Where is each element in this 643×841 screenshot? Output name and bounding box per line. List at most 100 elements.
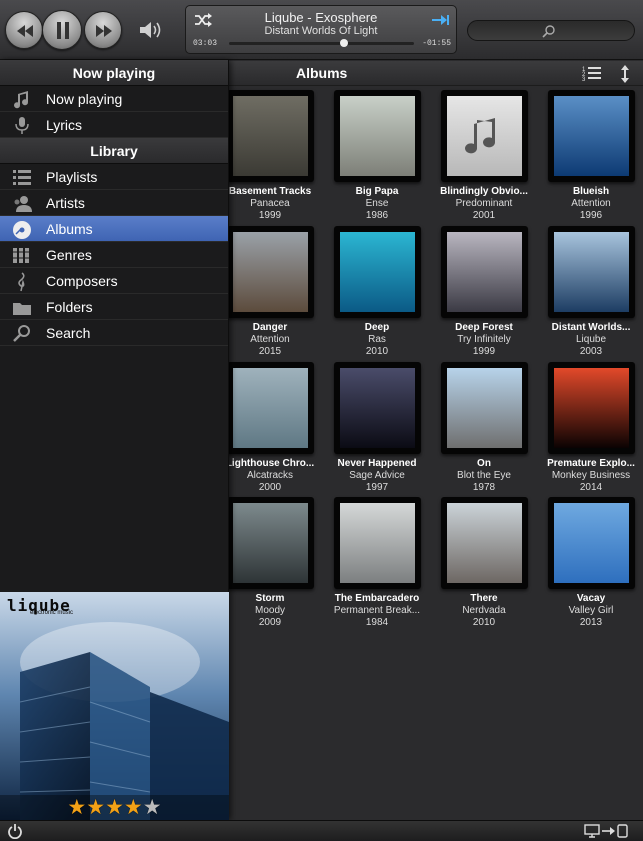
- album-tile[interactable]: Storm Moody 2009: [220, 497, 320, 628]
- album-title: Blueish: [572, 186, 610, 197]
- album-tile[interactable]: Deep Ras 2010: [327, 226, 427, 357]
- sidebar-item-albums[interactable]: Albums: [0, 216, 228, 242]
- magnifier-icon: [13, 325, 30, 342]
- album-year: 1978: [472, 482, 496, 493]
- album-tile[interactable]: Never Happened Sage Advice 1997: [327, 362, 427, 493]
- search-input[interactable]: [467, 20, 635, 41]
- album-tile[interactable]: There Nerdvada 2010: [434, 497, 534, 628]
- album-cover[interactable]: [440, 362, 528, 454]
- sidebar-item-search[interactable]: Search: [0, 320, 228, 346]
- album-cover[interactable]: [226, 226, 314, 318]
- svg-text:3: 3: [582, 77, 586, 82]
- sidebar-item-playlists[interactable]: Playlists: [0, 164, 228, 190]
- disc-icon: [13, 221, 31, 239]
- album-cover[interactable]: [440, 90, 528, 182]
- sidebar-item-genres[interactable]: Genres: [0, 242, 228, 268]
- album-cover[interactable]: [333, 90, 421, 182]
- album-title: Blindingly Obvio...: [440, 186, 528, 197]
- album-tile[interactable]: On Blot the Eye 1978: [434, 362, 534, 493]
- album-title: Vacay: [576, 593, 606, 604]
- sidebar: Now playing Now playing Lyrics Library Pl…: [0, 60, 229, 820]
- pause-button[interactable]: [42, 10, 82, 50]
- album-art: [232, 96, 308, 176]
- album-tile[interactable]: Blindingly Obvio... Predominant 2001: [434, 90, 534, 221]
- next-button[interactable]: [84, 11, 122, 49]
- sidebar-item-folders[interactable]: Folders: [0, 294, 228, 320]
- album-cover[interactable]: [440, 497, 528, 589]
- album-cover[interactable]: [547, 362, 635, 454]
- album-cover[interactable]: [333, 226, 421, 318]
- album-art: [446, 232, 522, 312]
- output-device-icon[interactable]: [584, 824, 630, 838]
- previous-button[interactable]: [5, 11, 43, 49]
- album-cover[interactable]: [547, 90, 635, 182]
- bottom-bar: [0, 820, 643, 841]
- album-art: [446, 503, 522, 583]
- album-year: 2010: [472, 617, 496, 628]
- sidebar-item-lyrics[interactable]: Lyrics: [0, 112, 228, 138]
- album-year: 1986: [365, 210, 389, 221]
- album-year: 2015: [258, 346, 282, 357]
- album-tile[interactable]: Vacay Valley Girl 2013: [541, 497, 641, 628]
- elapsed-time: 03:03: [193, 39, 218, 48]
- album-artist: Panacea: [250, 198, 290, 209]
- album-artist: Moody: [254, 605, 285, 616]
- album-cover[interactable]: [547, 497, 635, 589]
- repeat-icon[interactable]: [431, 13, 449, 27]
- album-art: [339, 368, 415, 448]
- album-year: 1999: [472, 346, 496, 357]
- album-cover[interactable]: [333, 362, 421, 454]
- star-rating[interactable]: ★★★★★: [0, 795, 229, 820]
- sidebar-item-composers[interactable]: Composers: [0, 268, 228, 294]
- volume-icon[interactable]: [138, 18, 166, 42]
- star-icon[interactable]: ★: [67, 796, 86, 819]
- progress-slider[interactable]: [229, 39, 414, 47]
- album-tile[interactable]: Blueish Attention 1996: [541, 90, 641, 221]
- star-icon[interactable]: ★: [86, 796, 105, 819]
- album-year: 1984: [365, 617, 389, 628]
- album-tile[interactable]: Lighthouse Chro... Alcatracks 2000: [220, 362, 320, 493]
- album-cover[interactable]: [226, 497, 314, 589]
- album-cover[interactable]: [547, 226, 635, 318]
- sidebar-item-artists[interactable]: Artists: [0, 190, 228, 216]
- album-title: Distant Worlds...: [551, 322, 631, 333]
- list-icon: [13, 170, 31, 185]
- folder-icon: [13, 303, 31, 315]
- star-icon[interactable]: ★: [105, 796, 124, 819]
- album-tile[interactable]: Premature Explo... Monkey Business 2014: [541, 362, 641, 493]
- toolbar: Liqube - Exosphere Distant Worlds Of Lig…: [0, 0, 643, 60]
- album-year: 2000: [258, 482, 282, 493]
- album-tile[interactable]: Big Papa Ense 1986: [327, 90, 427, 221]
- album-tile[interactable]: Danger Attention 2015: [220, 226, 320, 357]
- album-title: The Embarcadero: [334, 593, 420, 604]
- album-cover[interactable]: [226, 362, 314, 454]
- album-art: [553, 96, 629, 176]
- album-tile[interactable]: Deep Forest Try Infinitely 1999: [434, 226, 534, 357]
- sidebar-item-now-playing[interactable]: Now playing: [0, 86, 228, 112]
- album-cover[interactable]: [333, 497, 421, 589]
- star-icon[interactable]: ★: [124, 796, 143, 819]
- album-cover[interactable]: [440, 226, 528, 318]
- album-cover[interactable]: [226, 90, 314, 182]
- star-icon[interactable]: ★: [143, 796, 162, 819]
- power-icon[interactable]: [7, 823, 23, 839]
- album-artist: Nerdvada: [462, 605, 506, 616]
- album-tile[interactable]: The Embarcadero Permanent Break... 1984: [327, 497, 427, 628]
- remaining-time: -01:55: [422, 39, 451, 48]
- sidebar-item-label: Playlists: [46, 169, 98, 185]
- album-title: Danger: [252, 322, 288, 333]
- album-title: Storm: [255, 593, 285, 604]
- sort-arrows-icon[interactable]: [620, 64, 630, 84]
- album-title: Never Happened: [337, 458, 417, 469]
- album-artist: Try Infinitely: [457, 334, 511, 345]
- album-artist: Ras: [368, 334, 386, 345]
- progress-knob[interactable]: [339, 39, 348, 47]
- album-tile[interactable]: Distant Worlds... Liqube 2003: [541, 226, 641, 357]
- album-year: 2001: [472, 210, 496, 221]
- current-album-cover[interactable]: liqube electronic music ★★★★★: [0, 592, 229, 820]
- album-art: [339, 503, 415, 583]
- album-year: 1999: [258, 210, 282, 221]
- numbered-list-icon[interactable]: 1 2 3: [582, 65, 602, 82]
- album-year: 2003: [579, 346, 603, 357]
- album-tile[interactable]: Basement Tracks Panacea 1999: [220, 90, 320, 221]
